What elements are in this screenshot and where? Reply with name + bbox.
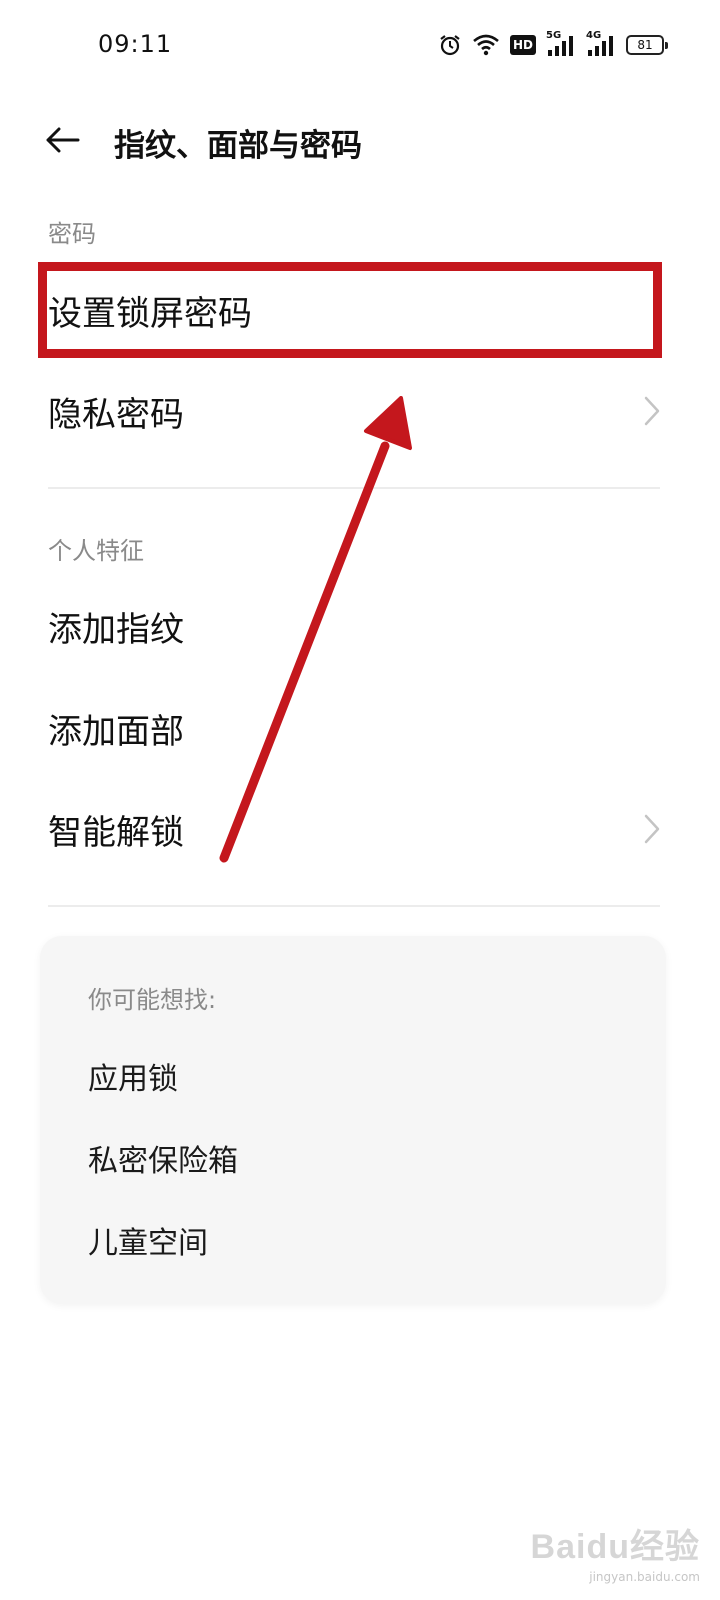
baidu-watermark: Baidu经验 jingyan.baidu.com (531, 1519, 700, 1584)
back-arrow-icon (46, 127, 80, 153)
watermark-logo: Baidu经验 (530, 1528, 700, 1566)
suggestion-kids-space[interactable]: 儿童空间 (88, 1218, 208, 1262)
set-lock-screen-password-item[interactable]: 设置锁屏密码 (0, 265, 720, 355)
divider (48, 487, 660, 489)
suggestion-app-lock[interactable]: 应用锁 (88, 1054, 178, 1098)
app-header: 指纹、面部与密码 (0, 100, 720, 180)
smart-unlock-item[interactable]: 智能解锁 (0, 784, 720, 874)
status-bar: 09:11 HD 5G 4G 81 (0, 0, 720, 90)
add-face-label: 添加面部 (48, 711, 184, 752)
suggestions-title: 你可能想找: (88, 986, 217, 1014)
add-fingerprint-item[interactable]: 添加指纹 (0, 581, 720, 671)
set-lock-screen-password-label: 设置锁屏密码 (48, 293, 252, 334)
signal-4g-label: 4G (586, 30, 602, 41)
divider (48, 905, 660, 907)
back-button[interactable] (40, 118, 84, 162)
battery-icon: 81 (626, 35, 668, 55)
suggestions-card: 你可能想找: 应用锁 私密保险箱 儿童空间 (40, 936, 666, 1304)
alarm-icon (438, 33, 462, 57)
section-header-biometrics: 个人特征 (48, 537, 144, 565)
hd-icon: HD (509, 35, 536, 55)
chevron-right-icon (642, 812, 662, 846)
privacy-password-label: 隐私密码 (48, 394, 184, 435)
signal-5g-icon: 5G (546, 30, 576, 58)
status-time: 09:11 (98, 30, 173, 58)
privacy-password-item[interactable]: 隐私密码 (0, 366, 720, 456)
chevron-right-icon (642, 394, 662, 428)
watermark-url: jingyan.baidu.com (589, 1570, 700, 1584)
signal-5g-label: 5G (546, 30, 562, 41)
suggestion-private-safe[interactable]: 私密保险箱 (88, 1136, 238, 1180)
add-fingerprint-label: 添加指纹 (48, 609, 184, 650)
signal-4g-icon: 4G (586, 30, 616, 58)
battery-level: 81 (637, 38, 653, 52)
smart-unlock-label: 智能解锁 (48, 812, 184, 853)
status-icons: HD 5G 4G 81 (438, 30, 668, 60)
page-title: 指纹、面部与密码 (114, 128, 362, 164)
add-face-item[interactable]: 添加面部 (0, 683, 720, 773)
wifi-icon (472, 34, 500, 56)
section-header-password: 密码 (48, 220, 96, 248)
